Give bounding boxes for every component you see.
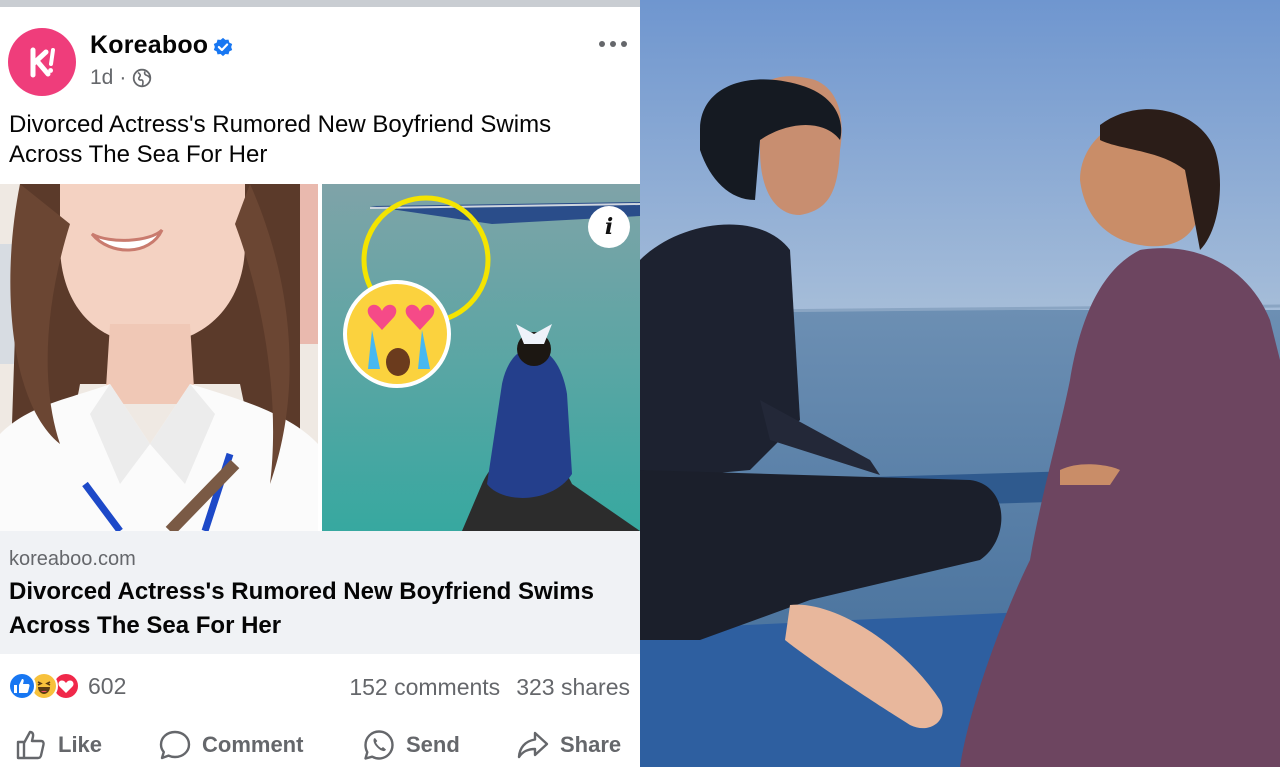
send-icon (364, 729, 394, 760)
post-time[interactable]: 1d (90, 66, 113, 90)
actress-photo[interactable] (0, 184, 318, 531)
top-divider (0, 0, 640, 7)
comment-label: Comment (202, 731, 304, 757)
post-media[interactable]: i (0, 184, 640, 531)
shares-count[interactable]: 323 shares (516, 674, 630, 701)
send-label: Send (406, 731, 460, 757)
post-meta: 1d · (90, 66, 152, 90)
like-reaction-icon (8, 672, 36, 700)
like-button[interactable]: Like (14, 722, 102, 767)
share-button[interactable]: Share (516, 722, 621, 767)
engagement-counts: 152 comments 323 shares (349, 674, 630, 701)
page-name[interactable]: Koreaboo (90, 31, 208, 60)
globe-icon (133, 68, 152, 88)
heart-eyes-emoji (343, 280, 451, 388)
meta-separator: · (119, 66, 127, 89)
link-domain: koreaboo.com (9, 548, 136, 570)
boat-scene-illustration (640, 0, 1280, 767)
more-icon[interactable] (598, 38, 628, 50)
link-preview[interactable]: koreaboo.com Divorced Actress's Rumored … (0, 531, 640, 654)
verified-icon (213, 37, 233, 57)
facebook-post: Koreaboo 1d · Divorced Actress's Rumored… (0, 0, 640, 767)
comment-button[interactable]: Comment (158, 722, 303, 767)
reactions-summary[interactable]: 602 (8, 672, 126, 700)
info-icon[interactable]: i (588, 206, 630, 248)
action-bar: Like Comment Send Share (0, 722, 640, 767)
share-icon (517, 731, 549, 758)
page-avatar[interactable] (8, 28, 76, 96)
like-label: Like (58, 731, 103, 757)
boat-scene-photo (640, 0, 1280, 767)
koreaboo-logo (30, 47, 55, 78)
reaction-count[interactable]: 602 (88, 673, 126, 700)
link-title[interactable]: Divorced Actress's Rumored New Boyfriend… (9, 575, 634, 643)
like-icon (16, 730, 45, 759)
comment-icon (159, 730, 191, 759)
actress-illustration (0, 184, 318, 531)
send-button[interactable]: Send (362, 722, 460, 767)
comments-count[interactable]: 152 comments (349, 674, 500, 701)
share-label: Share (560, 731, 622, 757)
post-caption: Divorced Actress's Rumored New Boyfriend… (9, 111, 552, 168)
